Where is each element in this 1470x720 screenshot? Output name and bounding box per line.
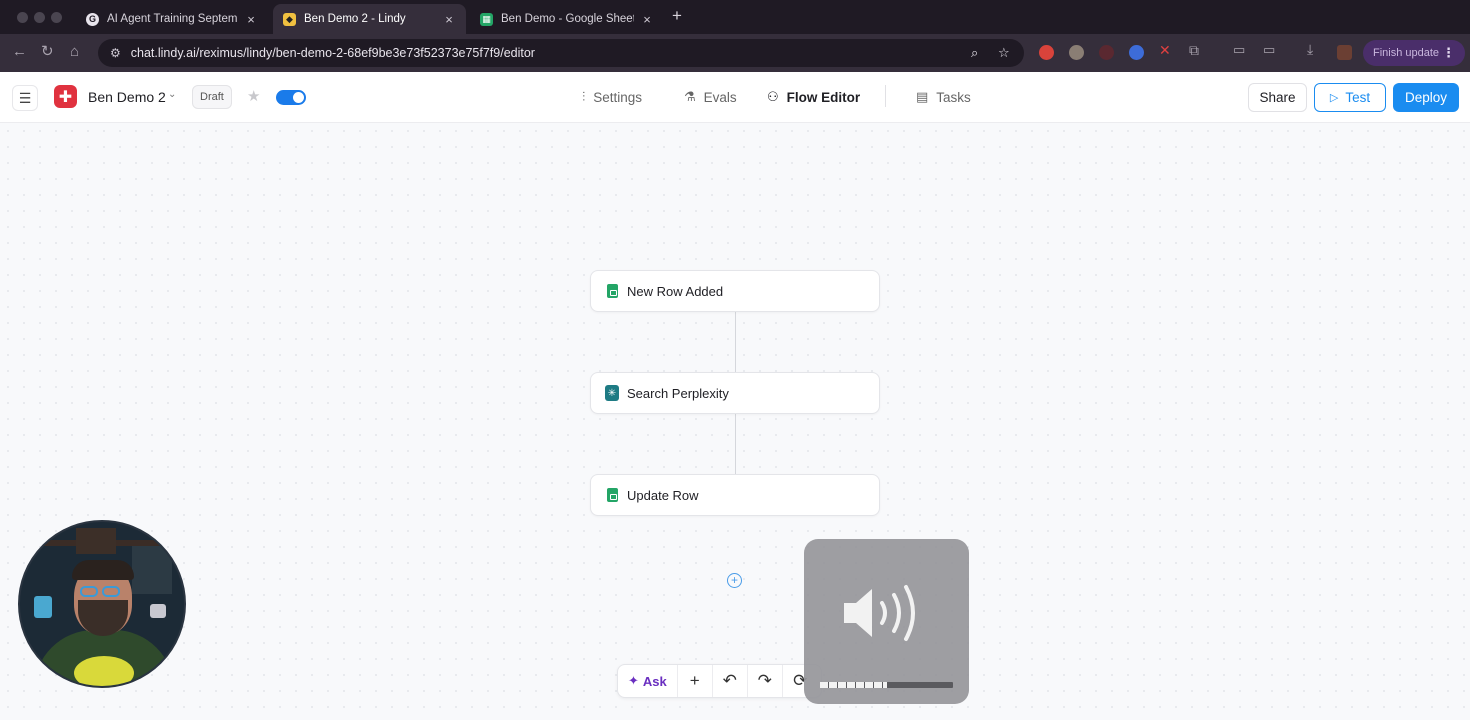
agent-name[interactable]: Ben Demo 2 (88, 89, 166, 105)
google-sheets-favicon-icon: ▦ (480, 12, 493, 26)
divider (885, 85, 886, 107)
flow-icon: ⚇ (767, 89, 779, 104)
lindy-logo-icon[interactable]: ✚ (54, 85, 77, 108)
ask-label: Ask (642, 673, 667, 689)
home-icon[interactable]: ⌂ (70, 44, 79, 60)
tab-label: Tasks (936, 89, 971, 105)
play-icon: ▷ (1329, 92, 1339, 104)
reload-icon[interactable]: ↻ (41, 44, 54, 60)
tab-evals[interactable]: ⚗ Evals (684, 89, 737, 105)
tab-label: Evals (703, 89, 737, 105)
redo-icon[interactable]: ↷ (748, 665, 783, 697)
tab-label: Flow Editor (786, 89, 861, 105)
extension-link-icon[interactable] (1129, 45, 1144, 60)
download-icon[interactable]: ⤓ (1307, 41, 1322, 57)
browser-tab-sheets[interactable]: ▦ Ben Demo - Google Sheets × (470, 4, 664, 34)
flow-connector (735, 414, 736, 474)
bookmark-star-icon[interactable]: ☆ (998, 45, 1010, 61)
flow-connector (735, 312, 736, 372)
browser-toolbar: ← ↻ ⌂ ⚙ chat.lindy.ai/reximus/lindy/ben-… (0, 34, 1470, 72)
deploy-button[interactable]: Deploy (1393, 83, 1459, 112)
flow-node-search-perplexity[interactable]: ✳ Search Perplexity (590, 372, 880, 414)
sparkle-icon: ✦ (628, 673, 639, 688)
volume-level-fill (820, 682, 887, 688)
add-step-button[interactable]: + (727, 573, 742, 588)
extension-red-icon[interactable] (1039, 45, 1054, 60)
cast-icon[interactable]: ▭ (1263, 42, 1278, 57)
node-label: New Row Added (627, 283, 724, 299)
flask-icon: ⚗ (684, 89, 696, 104)
tab-settings[interactable]: ⫶ Settings (582, 89, 642, 105)
browser-tab-strip: G AI Agent Training September × ◆ Ben De… (0, 0, 1470, 34)
address-bar[interactable]: ⚙ chat.lindy.ai/reximus/lindy/ben-demo-2… (98, 39, 1024, 67)
lindy-favicon-icon: ◆ (283, 12, 296, 26)
tab-close-icon[interactable]: × (244, 12, 258, 27)
tab-title: AI Agent Training September (107, 13, 238, 25)
extensions-puzzle-icon[interactable]: ⧉ (1189, 42, 1204, 58)
volume-level-bar (820, 682, 953, 688)
tab-close-icon[interactable]: × (442, 12, 456, 27)
canvas-toolbar: ✦ Ask + ↶ ↷ ⟳ (617, 664, 822, 698)
ask-button[interactable]: ✦ Ask (618, 665, 678, 697)
webcam-overlay (18, 520, 186, 688)
add-icon[interactable]: + (678, 665, 713, 697)
flow-node-new-row-added[interactable]: New Row Added (590, 270, 880, 312)
back-icon[interactable]: ← (12, 44, 27, 60)
extension-owl-icon[interactable] (1069, 45, 1084, 60)
window-zoom-button[interactable] (51, 12, 62, 23)
speaker-volume-icon (844, 585, 915, 641)
test-button[interactable]: ▷ Test (1314, 83, 1386, 112)
google-sheets-icon (605, 487, 619, 503)
menu-icon[interactable]: ☰ (12, 85, 38, 111)
node-label: Update Row (627, 487, 699, 503)
node-label: Search Perplexity (627, 385, 729, 401)
status-badge: Draft (192, 85, 232, 109)
window-minimize-button[interactable] (34, 12, 45, 23)
tab-title: Ben Demo 2 - Lindy (304, 13, 406, 25)
url-text: chat.lindy.ai/reximus/lindy/ben-demo-2-6… (130, 46, 535, 60)
browser-tab-lindy[interactable]: ◆ Ben Demo 2 - Lindy × (273, 4, 466, 34)
more-vert-icon: ⋮ (1442, 45, 1455, 60)
finish-update-button[interactable]: Finish update ⋮ (1363, 40, 1465, 66)
browser-tab-training[interactable]: G AI Agent Training September × (76, 4, 268, 34)
favorite-star-icon[interactable]: ★ (247, 87, 260, 105)
window-close-button[interactable] (17, 12, 28, 23)
finish-update-label: Finish update (1373, 47, 1440, 59)
tab-close-icon[interactable]: × (640, 12, 654, 27)
share-button[interactable]: Share (1248, 83, 1307, 112)
tab-search-icon[interactable]: ▭ (1233, 42, 1248, 57)
undo-icon[interactable]: ↶ (713, 665, 748, 697)
profile-avatar[interactable] (1337, 45, 1352, 60)
new-tab-button[interactable]: + (672, 6, 682, 26)
tab-tasks[interactable]: ▤ Tasks (916, 89, 971, 105)
google-icon: G (86, 12, 99, 26)
zoom-icon[interactable]: ⌕ (971, 45, 978, 61)
site-settings-icon[interactable]: ⚙ (110, 46, 121, 60)
flow-node-update-row[interactable]: Update Row (590, 474, 880, 516)
tab-label: Settings (593, 89, 643, 105)
sliders-icon: ⫶ (582, 89, 586, 104)
tab-flow-editor[interactable]: ⚇ Flow Editor (767, 89, 860, 105)
extension-dark-red-icon[interactable] (1099, 45, 1114, 60)
clipboard-icon: ▤ (916, 89, 929, 104)
extension-x-icon[interactable]: ✕ (1159, 42, 1174, 58)
chevron-down-icon[interactable]: ⌄ (168, 89, 176, 100)
test-label: Test (1345, 90, 1371, 105)
volume-overlay (804, 539, 969, 704)
tab-title: Ben Demo - Google Sheets (501, 13, 634, 25)
agent-enabled-toggle[interactable] (276, 90, 306, 105)
app-header: ☰ ✚ Ben Demo 2 ⌄ Draft ★ ⫶ Settings ⚗ Ev… (0, 72, 1470, 123)
google-sheets-trigger-icon (605, 283, 619, 299)
perplexity-icon: ✳ (605, 385, 619, 401)
